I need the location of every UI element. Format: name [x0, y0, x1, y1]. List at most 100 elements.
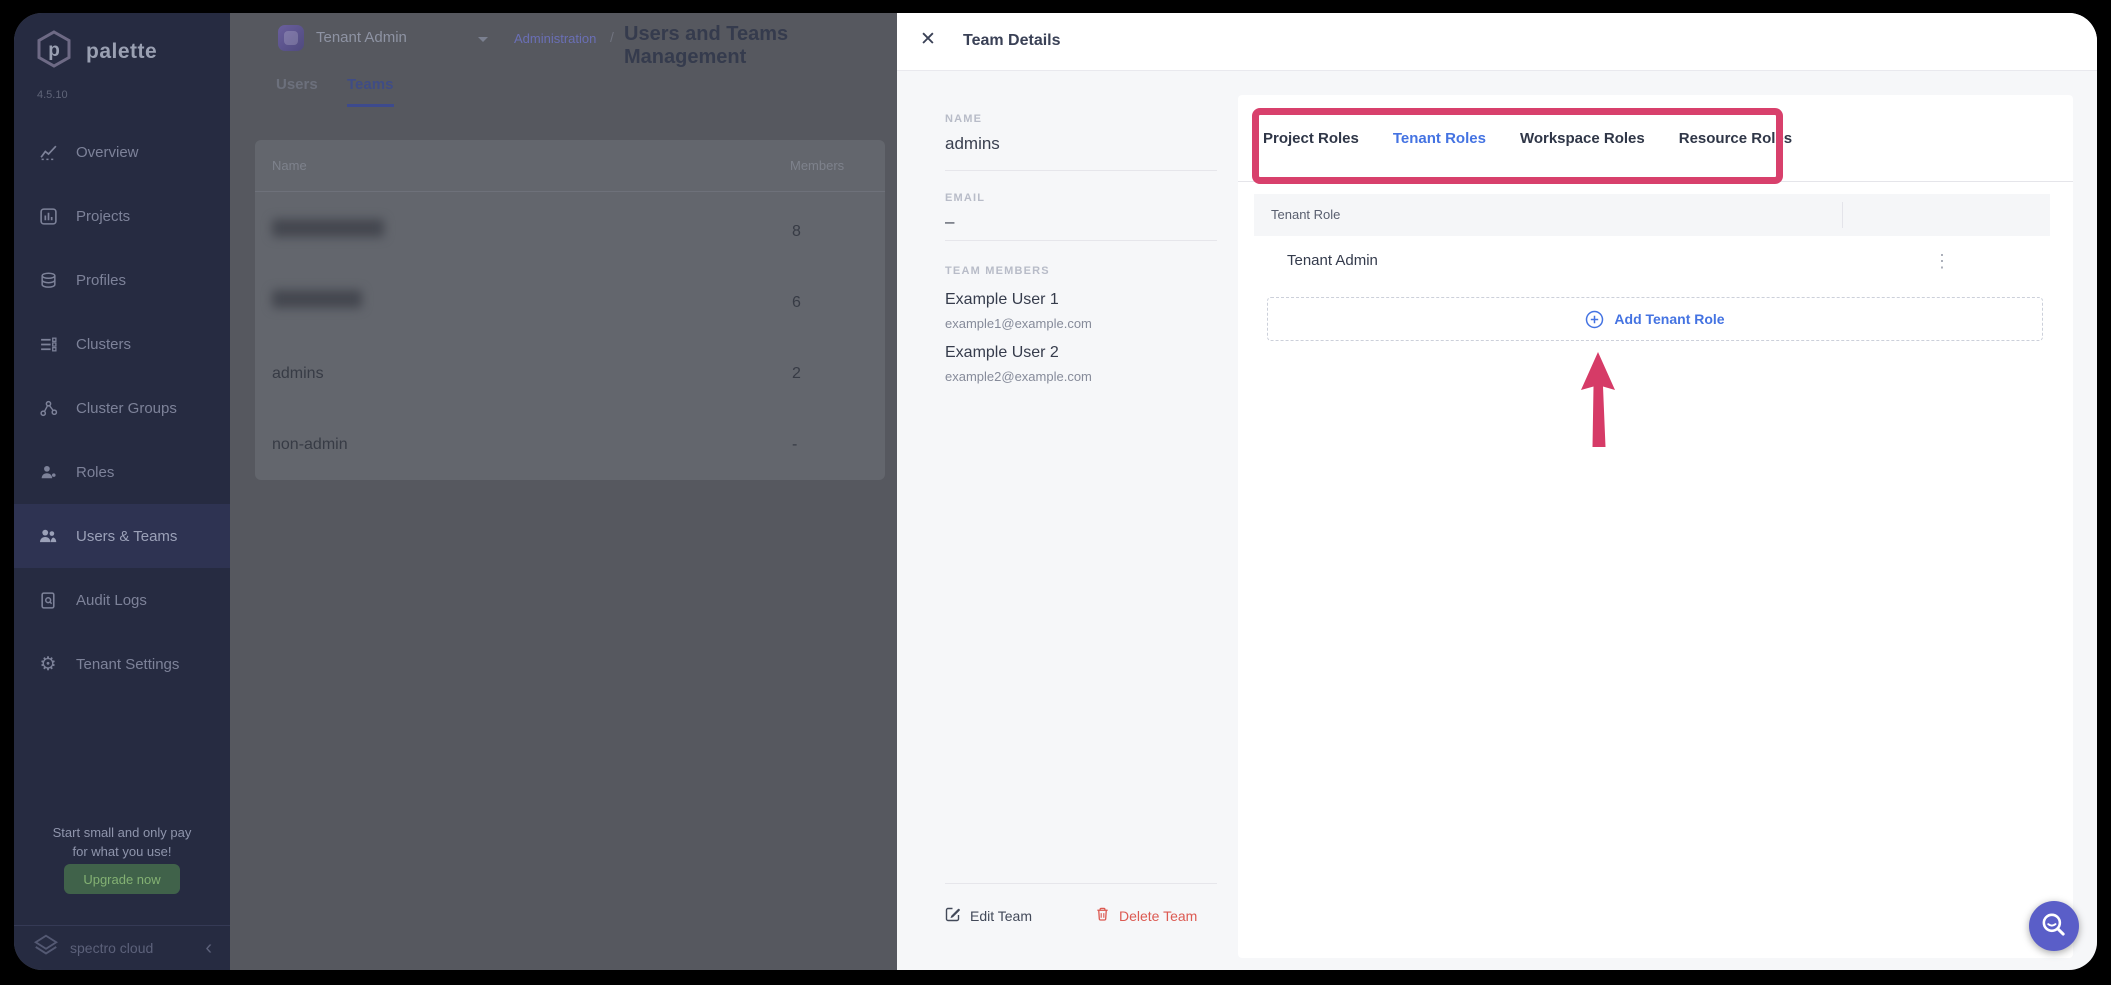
members-count: - [792, 436, 797, 454]
members-count: 8 [792, 223, 801, 241]
plus-circle-icon [1585, 310, 1604, 329]
palette-logo: p palette [34, 29, 157, 74]
trash-icon [1095, 906, 1110, 925]
team-name: non-admin [272, 436, 348, 454]
database-icon [38, 270, 58, 290]
member-name: Example User 1 [945, 291, 1059, 309]
name-field-value: admins [945, 134, 1000, 154]
sidebar-item-label: Clusters [76, 336, 131, 353]
svg-text:p: p [48, 40, 60, 61]
sidebar-item-label: Audit Logs [76, 592, 147, 609]
upgrade-now-button[interactable]: Upgrade now [64, 864, 180, 894]
name-field-label: NAME [945, 113, 982, 125]
delete-team-label: Delete Team [1119, 908, 1197, 924]
app-window: p palette 4.5.10 Overview Projects Profi… [14, 13, 2097, 970]
tab-resource-roles[interactable]: Resource Roles [1679, 95, 1792, 182]
field-divider [945, 240, 1217, 241]
active-tab-underline [347, 104, 394, 107]
chevron-down-icon[interactable] [478, 37, 488, 42]
sidebar-item-profiles[interactable]: Profiles [14, 248, 230, 312]
tenant-selector[interactable]: Tenant Admin [316, 29, 407, 46]
sidebar-item-label: Profiles [76, 272, 126, 289]
redacted-team-name [272, 290, 362, 308]
sidebar-item-roles[interactable]: Roles [14, 440, 230, 504]
sidebar-item-label: Tenant Settings [76, 656, 179, 673]
sidebar-nav: Overview Projects Profiles Clusters Clus… [14, 120, 230, 696]
sidebar-item-audit-logs[interactable]: Audit Logs [14, 568, 230, 632]
redacted-team-name [272, 219, 384, 237]
sidebar: p palette 4.5.10 Overview Projects Profi… [14, 13, 230, 970]
sidebar-item-label: Roles [76, 464, 114, 481]
collapse-sidebar-chevron-icon[interactable]: ‹ [205, 938, 212, 958]
sidebar-item-users-teams[interactable]: Users & Teams [14, 504, 230, 568]
panel-title: Team Details [963, 32, 1061, 50]
sidebar-item-overview[interactable]: Overview [14, 120, 230, 184]
tab-workspace-roles[interactable]: Workspace Roles [1520, 95, 1645, 182]
brand-name: spectro cloud [70, 940, 195, 956]
magnifier-smile-icon [2038, 910, 2070, 942]
spectro-cloud-logo-icon [32, 932, 60, 965]
sidebar-item-clusters[interactable]: Clusters [14, 312, 230, 376]
line-chart-icon [38, 142, 58, 162]
audit-log-icon [38, 590, 58, 610]
column-header-name: Name [272, 158, 307, 173]
breadcrumb-separator: / [610, 29, 614, 45]
tab-project-roles[interactable]: Project Roles [1263, 95, 1359, 182]
annotation-arrow-up [1576, 351, 1620, 454]
member-email: example1@example.com [945, 316, 1092, 331]
sidebar-item-label: Projects [76, 208, 130, 225]
bar-chart-icon [38, 206, 58, 226]
role-table-header: Tenant Role [1254, 194, 2050, 236]
team-members-label: TEAM MEMBERS [945, 265, 1050, 277]
panel-header: ✕ Team Details [897, 13, 2097, 71]
sidebar-item-tenant-settings[interactable]: ⚙ Tenant Settings [14, 632, 230, 696]
role-column-header: Tenant Role [1271, 194, 1340, 236]
panel-footer-divider [945, 883, 1217, 884]
edit-team-button[interactable]: Edit Team [945, 906, 1032, 925]
palette-logo-icon: p [34, 29, 74, 74]
column-header-members: Members [790, 158, 844, 173]
help-search-button[interactable] [2029, 901, 2079, 951]
upgrade-promo-text: Start small and only pay for what you us… [14, 823, 230, 861]
team-details-panel: ✕ Team Details NAME admins EMAIL – TEAM … [897, 13, 2097, 970]
sidebar-item-projects[interactable]: Projects [14, 184, 230, 248]
role-tabs: Project Roles Tenant Roles Workspace Rol… [1238, 95, 2073, 182]
add-tenant-role-button[interactable]: Add Tenant Role [1267, 297, 2043, 341]
roles-card: Project Roles Tenant Roles Workspace Rol… [1238, 95, 2073, 958]
kebab-menu-icon[interactable]: ⋮ [1924, 243, 1960, 279]
page-title: Users and Teams Management [624, 23, 897, 69]
members-count: 2 [792, 365, 801, 383]
members-count: 6 [792, 294, 801, 312]
logo-text: palette [86, 40, 157, 64]
header-column-divider [1842, 202, 1843, 228]
breadcrumb-section[interactable]: Administration [514, 31, 596, 46]
email-field-label: EMAIL [945, 192, 985, 204]
gear-icon: ⚙ [38, 654, 58, 674]
sidebar-item-label: Overview [76, 144, 139, 161]
list-icon [38, 334, 58, 354]
member-name: Example User 2 [945, 344, 1059, 362]
close-icon[interactable]: ✕ [920, 28, 936, 51]
sidebar-item-cluster-groups[interactable]: Cluster Groups [14, 376, 230, 440]
people-icon [38, 526, 58, 546]
table-header-divider [255, 191, 885, 192]
role-row-tenant-admin: Tenant Admin [1287, 252, 1378, 269]
sidebar-item-label: Users & Teams [76, 528, 177, 545]
delete-team-button[interactable]: Delete Team [1095, 906, 1197, 925]
team-name: admins [272, 365, 324, 383]
tab-teams[interactable]: Teams [347, 76, 393, 93]
main-content-dimmed: Tenant Admin Administration / Users and … [230, 13, 897, 970]
sidebar-footer: spectro cloud ‹ [14, 925, 230, 970]
edit-team-label: Edit Team [970, 908, 1032, 924]
tenant-avatar [278, 25, 304, 51]
tab-users[interactable]: Users [276, 76, 318, 93]
add-tenant-role-label: Add Tenant Role [1614, 311, 1724, 327]
field-divider [945, 170, 1217, 171]
tab-tenant-roles[interactable]: Tenant Roles [1393, 95, 1486, 182]
teams-table: Name Members 8 6 admins 2 non-admin - [255, 140, 885, 480]
email-field-value: – [945, 212, 954, 232]
user-role-icon [38, 462, 58, 482]
network-icon [38, 398, 58, 418]
edit-pencil-icon [945, 906, 961, 925]
sidebar-item-label: Cluster Groups [76, 400, 177, 417]
